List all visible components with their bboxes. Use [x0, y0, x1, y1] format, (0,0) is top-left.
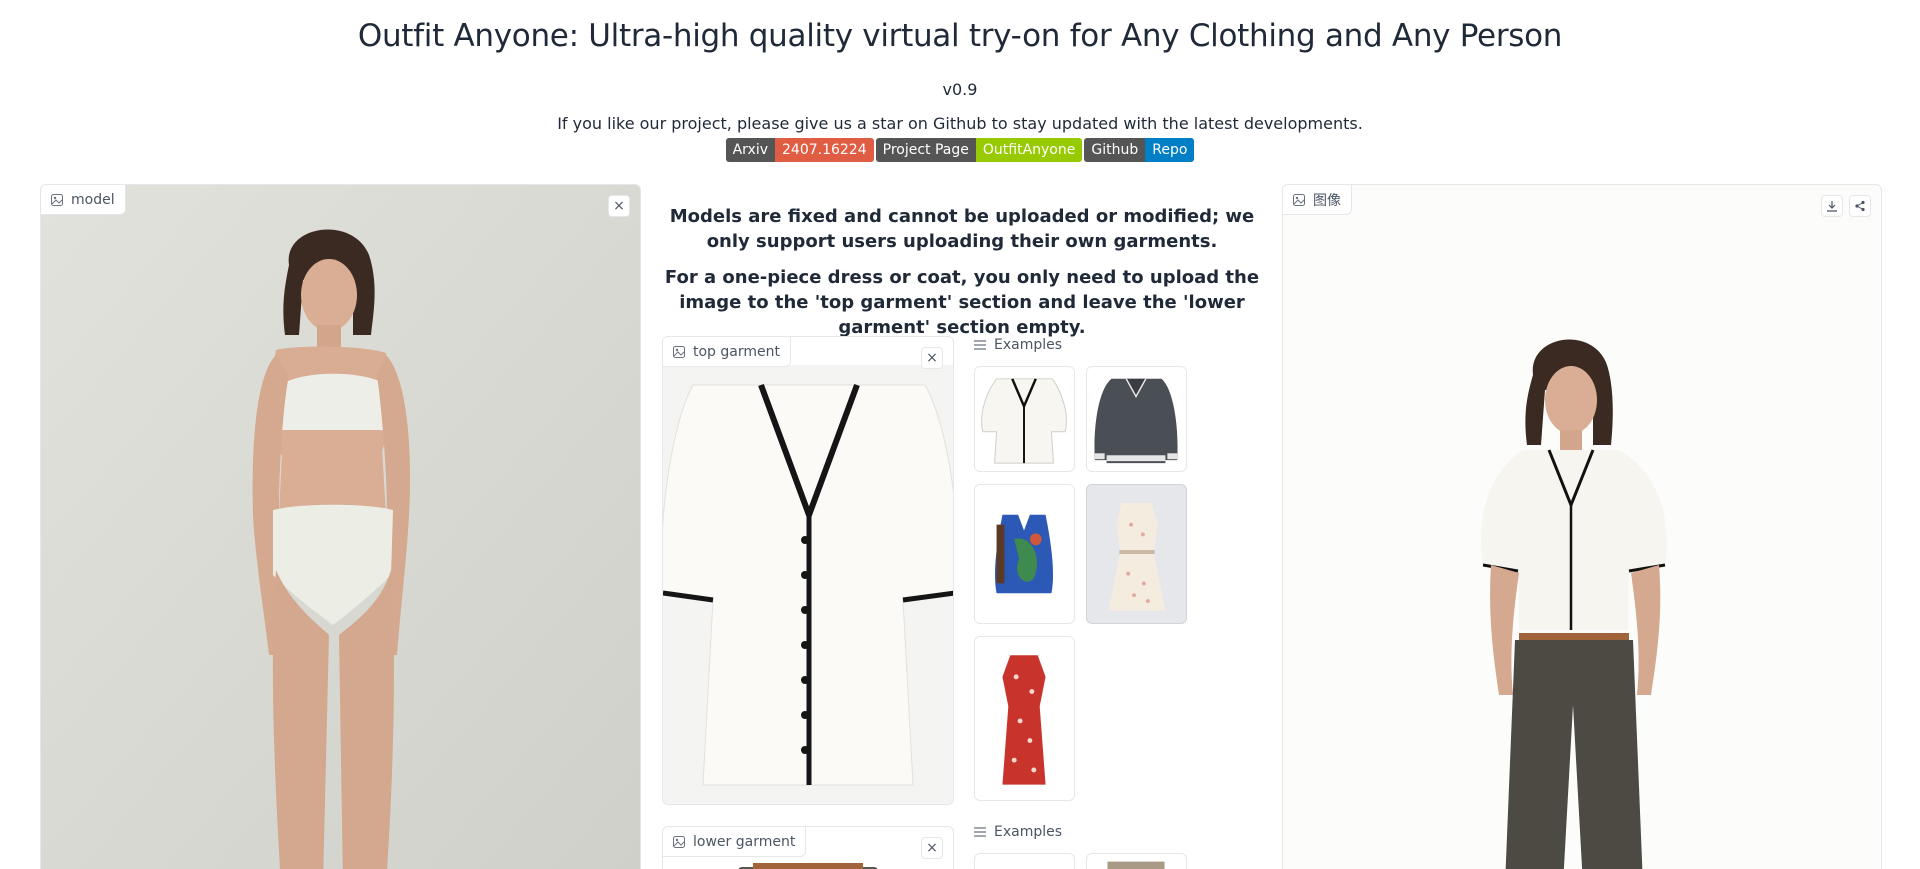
grey-sweater-image — [1094, 378, 1178, 464]
close-icon: × — [926, 350, 938, 366]
intro-text: If you like our project, please give us … — [557, 114, 1363, 133]
notes-line1: Models are fixed and cannot be uploaded … — [669, 206, 1255, 252]
example-thumb-white-blouse[interactable] — [974, 366, 1075, 472]
notes-line2: For a one-piece dress or coat, you only … — [664, 267, 1260, 338]
image-icon — [673, 345, 685, 358]
badge-value: 2407.16224 — [775, 138, 874, 162]
red-dress-image — [1002, 655, 1046, 785]
badge-row: Arxiv 2407.16224 Project Page OutfitAnyo… — [0, 138, 1920, 162]
model-label-tag: model — [41, 185, 126, 215]
share-button[interactable] — [1849, 195, 1871, 217]
github-badge[interactable]: Github Repo — [1084, 138, 1195, 162]
arxiv-badge[interactable]: Arxiv 2407.16224 — [725, 138, 874, 162]
page-title: Outfit Anyone: Ultra-high quality virtua… — [357, 18, 1563, 54]
top-garment-label-tag: top garment — [663, 337, 791, 367]
example-thumb-print-vest[interactable] — [974, 484, 1075, 624]
project-page-badge[interactable]: Project Page OutfitAnyone — [875, 138, 1083, 162]
image-icon — [673, 835, 685, 848]
model-label: model — [71, 191, 115, 208]
close-icon: × — [926, 840, 938, 856]
badge-value: Repo — [1145, 138, 1195, 162]
badge-label: Project Page — [875, 138, 976, 162]
lower-garment-panel[interactable]: lower garment × — [662, 826, 954, 869]
badge-value: OutfitAnyone — [975, 138, 1083, 162]
top-garment-panel[interactable]: top garment × — [662, 336, 954, 805]
print-vest-image — [994, 514, 1054, 594]
example-thumb-floral-dress[interactable] — [1086, 484, 1187, 624]
model-close-button[interactable]: × — [608, 195, 630, 217]
top-garment-photo — [663, 365, 953, 804]
model-photo — [41, 185, 640, 869]
image-icon — [1293, 193, 1305, 206]
top-garment-close-button[interactable]: × — [921, 347, 943, 369]
lower-examples-label: Examples — [974, 824, 1062, 840]
version-label: v0.9 — [942, 80, 978, 99]
top-garment-label: top garment — [693, 343, 780, 360]
result-photo — [1480, 339, 1667, 869]
lower-garment-label: lower garment — [693, 833, 796, 850]
download-icon — [1827, 201, 1837, 212]
badge-label: Arxiv — [725, 138, 775, 162]
example-thumb-lower-2[interactable] — [1086, 853, 1187, 869]
output-image-panel[interactable]: 图像 — [1282, 184, 1882, 869]
white-blouse-image — [981, 378, 1067, 464]
example-thumb-grey-sweater[interactable] — [1086, 366, 1187, 472]
trousers-image — [1107, 861, 1165, 869]
examples-text: Examples — [994, 824, 1063, 840]
download-button[interactable] — [1821, 195, 1843, 217]
model-image-panel[interactable]: model × — [40, 184, 641, 869]
badge-label: Github — [1084, 138, 1146, 162]
output-label: 图像 — [1313, 192, 1341, 209]
lower-garment-label-tag: lower garment — [663, 827, 807, 857]
list-icon — [974, 827, 986, 837]
lower-garment-close-button[interactable]: × — [921, 837, 943, 859]
top-examples-label: Examples — [974, 337, 1062, 353]
list-icon — [974, 340, 986, 350]
example-thumb-lower-1[interactable] — [974, 853, 1075, 869]
image-icon — [51, 193, 63, 206]
example-thumb-red-dress[interactable] — [974, 636, 1075, 801]
floral-dress-image — [1108, 503, 1166, 611]
examples-text: Examples — [994, 337, 1063, 353]
close-icon: × — [613, 198, 625, 214]
share-icon — [1855, 200, 1865, 212]
output-label-tag: 图像 — [1283, 185, 1352, 215]
